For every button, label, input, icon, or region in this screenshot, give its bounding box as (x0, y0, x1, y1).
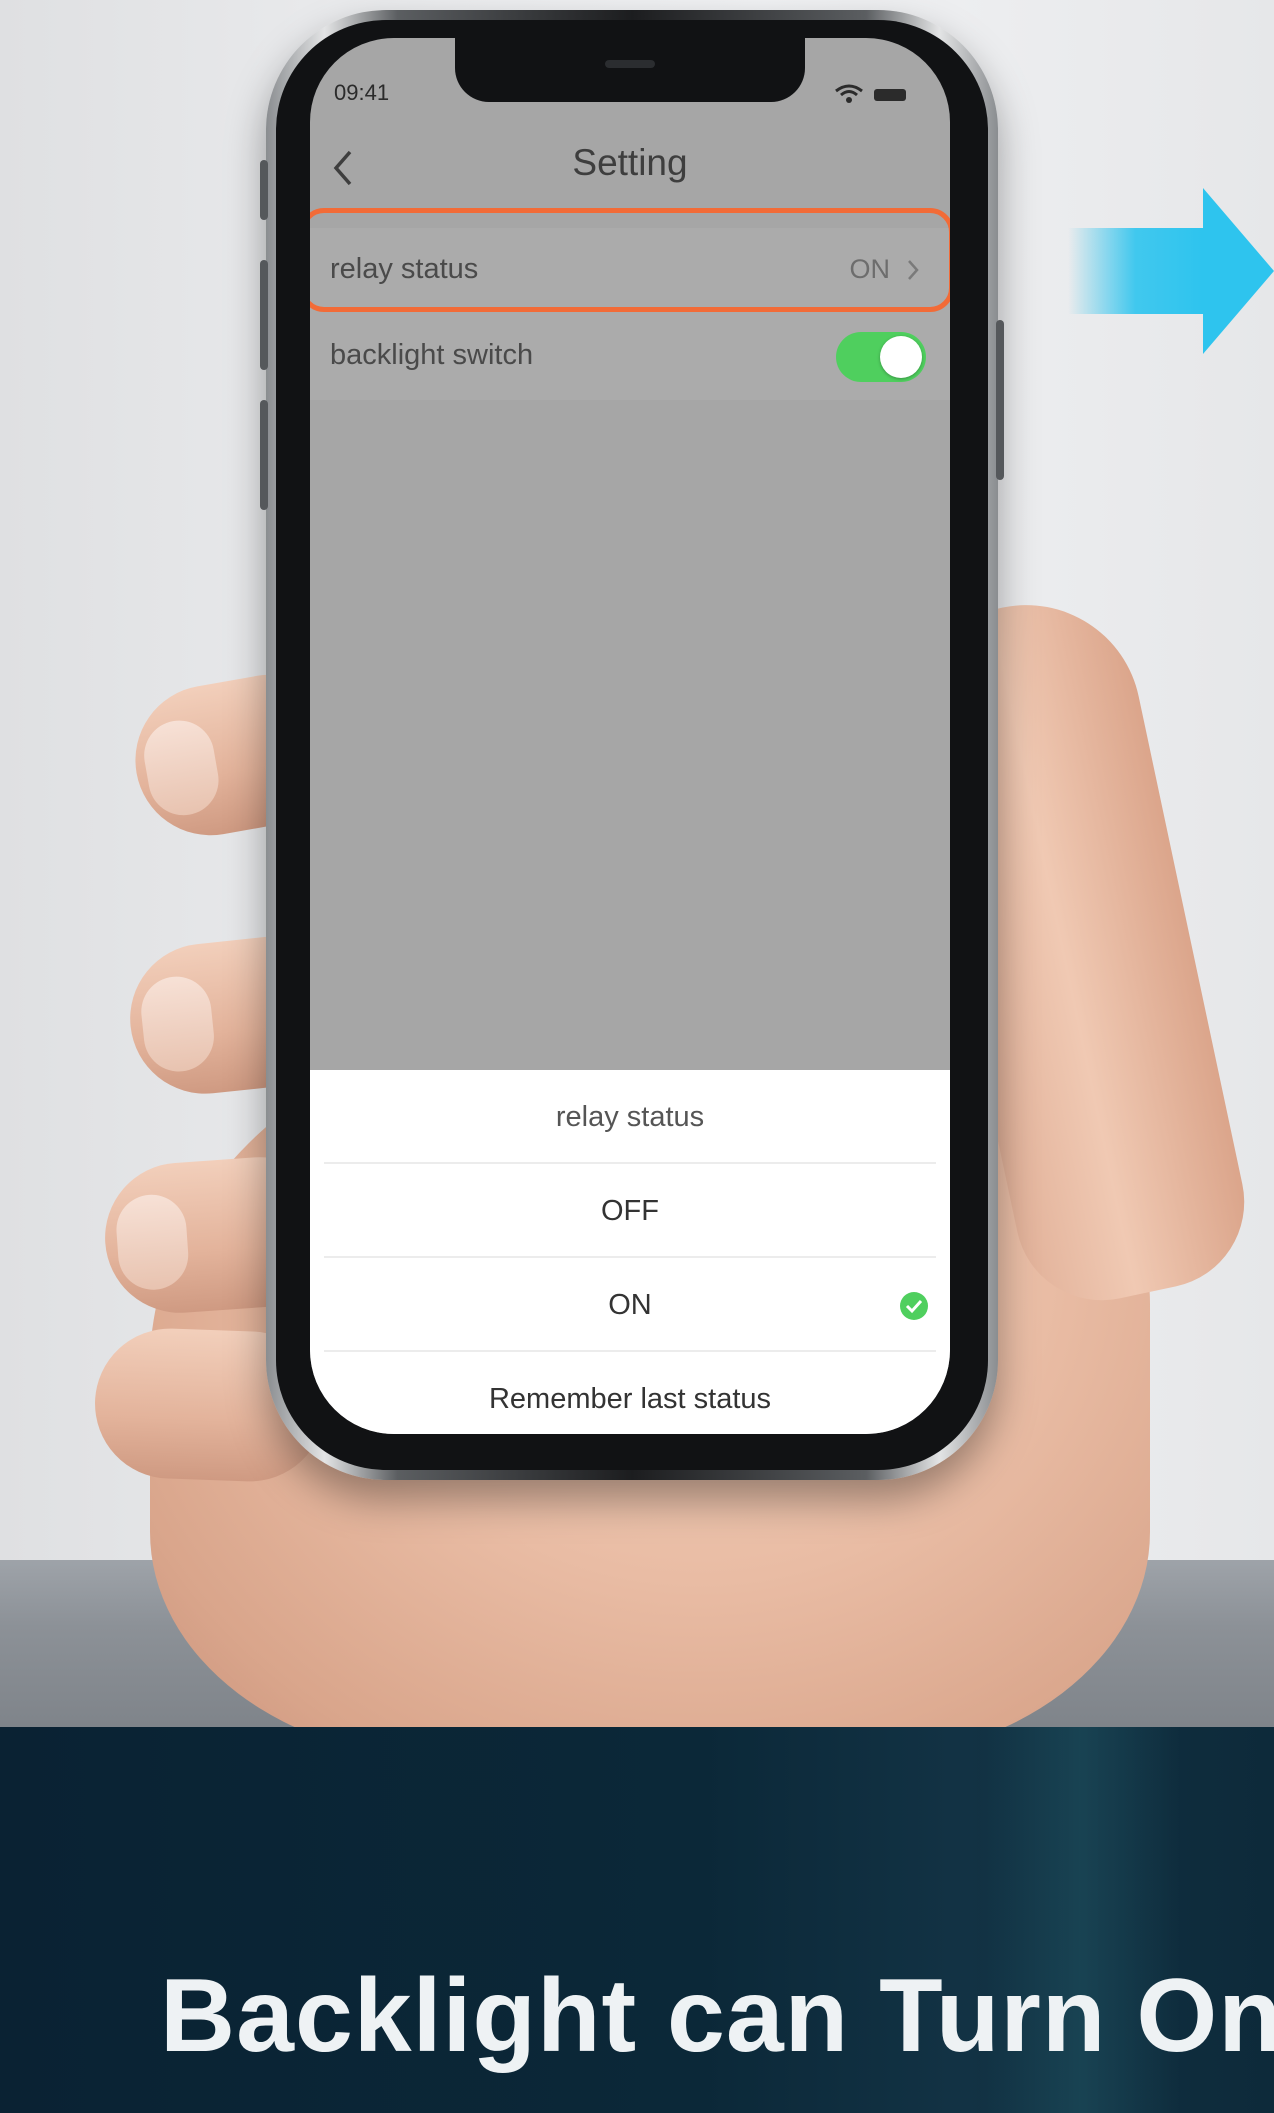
page-title: Setting (572, 142, 688, 183)
fingernail (138, 715, 225, 821)
check-icon (900, 1292, 928, 1320)
power-button (996, 320, 1004, 480)
option-on[interactable]: ON (310, 1258, 950, 1352)
notch (455, 38, 805, 102)
relay-status-sheet: relay status OFF ON Remember last status (310, 1070, 950, 1434)
backlight-switch-label: backlight switch (330, 339, 534, 371)
relay-status-label: relay status (330, 253, 479, 285)
status-time: 09:41 (334, 80, 390, 105)
phone-screen: 09:41 Setting relay status ON backlight … (310, 38, 950, 1434)
sheet-title: relay status (555, 1101, 705, 1133)
relay-status-value: ON (849, 254, 891, 284)
mute-switch (260, 160, 268, 220)
backlight-toggle[interactable] (836, 332, 926, 382)
arrow-right-icon (1068, 188, 1274, 354)
option-on-label: ON (608, 1289, 652, 1321)
fingernail (137, 973, 218, 1075)
status-icons (834, 84, 914, 106)
wifi-icon (835, 84, 863, 103)
navigation-bar: Setting (310, 118, 950, 208)
toggle-knob (880, 336, 922, 378)
option-remember-last-status[interactable]: Remember last status (310, 1352, 950, 1434)
banner-headline: Backlight can Turn On (160, 1958, 1274, 2074)
dimmed-overlay (310, 400, 950, 1070)
promo-banner: Backlight can Turn On (0, 1727, 1274, 2113)
chevron-right-icon (908, 260, 919, 280)
speaker (605, 60, 655, 68)
relay-status-row[interactable]: relay status ON (310, 208, 950, 314)
fingernail (114, 1192, 191, 1293)
volume-up-button (260, 260, 268, 370)
battery-icon (874, 89, 906, 101)
option-off[interactable]: OFF (310, 1164, 950, 1258)
backlight-switch-row: backlight switch (310, 314, 950, 400)
volume-down-button (260, 400, 268, 510)
